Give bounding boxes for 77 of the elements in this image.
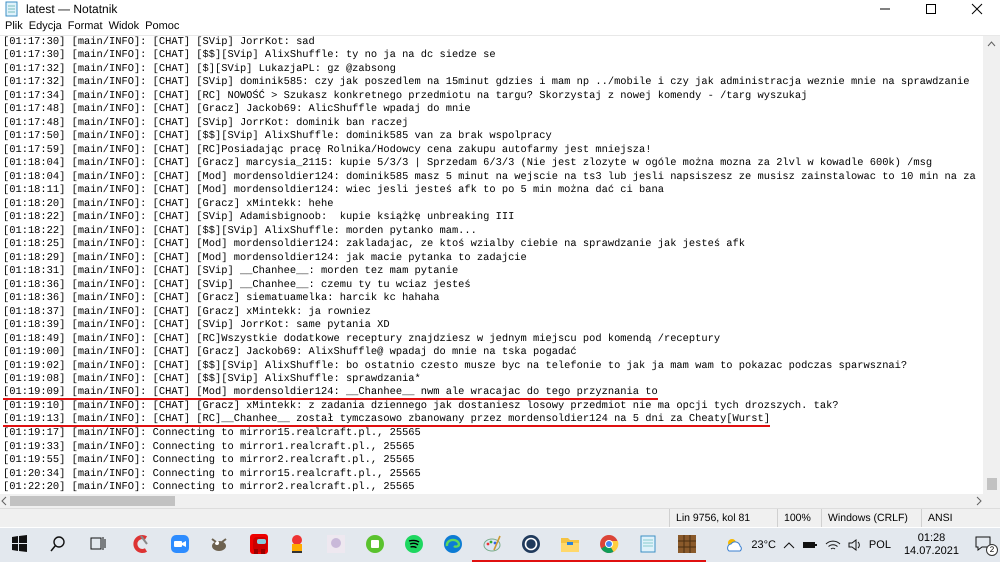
speaker-icon[interactable]: [848, 538, 862, 552]
log-line: [01:19:00] [main/INFO]: [CHAT] [Gracz] Jackob69: AlixShuffle@ wpadaj do mnie na tska pogadać: [3, 346, 577, 360]
crate-icon: [676, 534, 696, 554]
cursor-position: Lin 9756, kol 81: [669, 509, 777, 527]
encoding: ANSI: [921, 509, 1000, 527]
log-line: [01:19:17] [main/INFO]: Connecting to mirror15.realcraft.pl., 25565: [3, 427, 421, 441]
battery-icon[interactable]: [802, 540, 818, 550]
horizontal-scrollbar[interactable]: [0, 494, 983, 508]
log-line: [01:18:49] [main/INFO]: [CHAT] [RC]Wszystkie dodatkowe receptury znajdziesz w jednym miejscu pod komendą /receptury: [3, 332, 720, 346]
menu-item[interactable]: Widok: [106, 20, 142, 32]
log-line: [01:18:04] [main/INFO]: [CHAT] [Gracz] marcysia_2115: kupie 5/3/3 | Sprzedam 6/3/3 (Nie jest zlozyte w ogóle można mozna za 2lvl w kowadle 600k) /msg: [3, 157, 932, 171]
clock-time[interactable]: 01:28: [918, 532, 946, 545]
menu-item[interactable]: Pomoc: [142, 20, 182, 32]
log-line: [01:22:20] [main/INFO]: Connecting to mirror2.realcraft.pl., 25565: [3, 481, 415, 494]
message-icon: [974, 534, 992, 552]
log-line: [01:18:22] [main/INFO]: [CHAT] [$$][SVip] AlixShuffle: morden pytanko mam...: [3, 224, 477, 238]
log-line: [01:18:22] [main/INFO]: [CHAT] [SVip] Adamisbignoob: kupie książkę unbreaking III: [3, 211, 514, 225]
ring-icon: [520, 534, 540, 554]
scroll-left-icon[interactable]: [0, 496, 8, 506]
music-icon: [404, 534, 424, 554]
scroll-thumb[interactable]: [986, 478, 996, 490]
browser-icon: [598, 534, 618, 554]
log-line: [01:17:30] [main/INFO]: [CHAT] [SVip] JorrKot: sad: [3, 36, 315, 50]
notification-count: 2: [986, 544, 998, 556]
log-line: [01:19:13] [main/INFO]: [CHAT] [RC]__Chanhee__ został tymczasowo zbanowany przez mordensoldier124 na 5 dni za Cheaty[Wurst]: [3, 414, 770, 428]
weather-icon[interactable]: [724, 537, 744, 553]
log-line: [01:19:55] [main/INFO]: Connecting to mirror2.realcraft.pl., 25565: [3, 454, 415, 468]
log-line: [01:17:48] [main/INFO]: [CHAT] [Gracz] Jackob69: AlicShuffle wpadaj do mnie: [3, 103, 471, 117]
log-line: [01:19:33] [main/INFO]: Connecting to mirror1.realcraft.pl., 25565: [3, 440, 415, 454]
log-line: [01:17:30] [main/INFO]: [CHAT] [$$][SVip] AlixShuffle: ty no ja na dc siedze se: [3, 49, 496, 63]
round-app-icon: [364, 534, 384, 554]
log-line: [01:18:25] [main/INFO]: [CHAT] [Mod] mordensoldier124: zakladajac, ze ktoś wzialby ciebie na sprawdzanie jak jesteś afk: [3, 238, 746, 252]
log-line: [01:18:36] [main/INFO]: [CHAT] [SVip] __Chanhee__: czemu ty tu wciaz jesteś: [3, 278, 471, 292]
menu-item[interactable]: Plik: [2, 20, 26, 32]
log-line: [01:19:09] [main/INFO]: [CHAT] [Mod] mordensoldier124: __Chanhee__ nwm ale wracajac do tego przyznania to: [3, 386, 658, 400]
scroll-right-icon[interactable]: [975, 496, 983, 506]
log-line: [01:18:20] [main/INFO]: [CHAT] [Gracz] xMintekk: hehe: [3, 198, 334, 212]
notepad-icon: [638, 534, 658, 554]
log-line: [01:18:39] [main/INFO]: [CHAT] [SVip] JorrKot: same pytania XD: [3, 319, 390, 333]
log-line: [01:17:32] [main/INFO]: [CHAT] [SVip] dominik585: czy jak poszedlem na 15minut gdzies i mam np ../mobile i czy jak administracja weznie mnie na sprawdzanie: [3, 76, 970, 89]
palette-icon: [482, 534, 502, 554]
clock-date[interactable]: 14.07.2021: [904, 545, 959, 558]
scroll-up-icon[interactable]: [987, 40, 996, 47]
menu-item[interactable]: Format: [64, 20, 106, 32]
log-line: [01:17:48] [main/INFO]: [CHAT] [SVip] JorrKot: dominik ban raczej: [3, 116, 408, 130]
zoom-level: 100%: [777, 509, 821, 527]
log-line: [01:20:34] [main/INFO]: Connecting to mirror15.realcraft.pl., 25565: [3, 468, 421, 482]
crewmate-icon: [248, 534, 268, 554]
character-picture-icon: [326, 534, 346, 554]
c-letter-icon: [130, 534, 150, 554]
log-line: [01:17:50] [main/INFO]: [CHAT] [$$][SVip] AlixShuffle: dominik585 van za brak wspolpracy: [3, 130, 552, 144]
log-line: [01:17:32] [main/INFO]: [CHAT] [$][SVip] LukazjaPL: gz @zabsong: [3, 62, 396, 76]
menu-item[interactable]: Edycja: [26, 20, 65, 32]
temperature[interactable]: 23°C: [751, 539, 776, 551]
log-line: [01:18:11] [main/INFO]: [CHAT] [Mod] mordensoldier124: wiec jesli jesteś afk to po 5 min można dać ci bana: [3, 184, 664, 198]
log-line: [01:18:29] [main/INFO]: [CHAT] [Mod] mordensoldier124: jak macie pytanka to zadajcie: [3, 252, 527, 266]
browser-icon: [442, 534, 462, 554]
start-icon: [10, 534, 30, 554]
chevron-up-icon[interactable]: [782, 541, 795, 549]
notepad-icon: [4, 1, 20, 17]
vertical-scrollbar[interactable]: [983, 36, 1000, 494]
log-line: [01:19:10] [main/INFO]: [CHAT] [Gracz] xMintekk: z zadania dziennego jak dostaniesz losowy przedmiot nie ma opcji tych drozszych. tak?: [3, 400, 839, 414]
log-line: [01:17:59] [main/INFO]: [CHAT] [RC]Posiadając pracę Rolnika/Hodowcy cena zakupu autofarmy jest mniejsza!: [3, 144, 652, 158]
log-line: [01:17:34] [main/INFO]: [CHAT] [RC] NOWOŚĆ > Szukasz konkretnego przedmiotu na targu? Skorzystaj z nowej komendy - /targ wyszukaj: [3, 90, 808, 104]
notification-button[interactable]: 2: [974, 534, 996, 556]
window-title: latest — Notatnik: [26, 2, 118, 16]
log-line: [01:18:31] [main/INFO]: [CHAT] [SVip] __Chanhee__: morden tez mam pytanie: [3, 265, 458, 279]
log-line: [01:19:08] [main/INFO]: [CHAT] [$$][SVip] AlixShuffle: sprawdzania*: [3, 373, 421, 386]
video-camera-icon: [170, 534, 190, 554]
wifi-icon[interactable]: [824, 538, 841, 552]
scroll-thumb[interactable]: [10, 496, 175, 506]
log-line: [01:18:37] [main/INFO]: [CHAT] [Gracz] xMintekk: ja rowniez: [3, 306, 371, 320]
language-indicator[interactable]: POL: [868, 539, 891, 551]
log-line: [01:18:04] [main/INFO]: [CHAT] [Mod] mordensoldier124: dominik585 masz 5 minut na wejscie na ts3 lub jesli napsiszesz ze musisz zainstalowac to 10 min na za: [3, 170, 976, 184]
line-ending: Windows (CRLF): [821, 509, 921, 527]
log-line: [01:18:36] [main/INFO]: [CHAT] [Gracz] siematuamelka: harcik kc hahaha: [3, 292, 440, 306]
log-line: [01:19:02] [main/INFO]: [CHAT] [$$][SVip] AlixShuffle: bo ostatnio czesto musze byc na telefonie to jak ja mam wam to pokazac podczas sparwsznai?: [3, 360, 908, 374]
